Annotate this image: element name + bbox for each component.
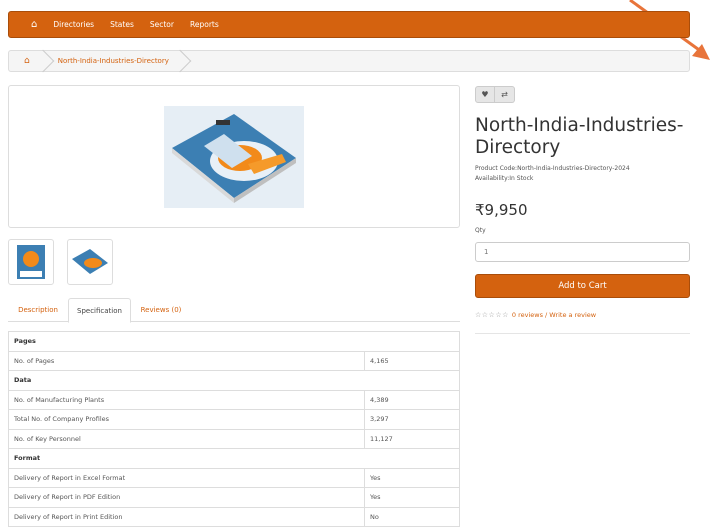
star-icon: ☆☆☆☆☆	[475, 311, 509, 319]
breadcrumb: ⌂ North-India-Industries-Directory	[8, 50, 690, 72]
table-row: Delivery of Report in Excel Format Yes	[8, 467, 460, 488]
exchange-icon: ⇄	[501, 90, 508, 99]
tab-specification[interactable]: Specification	[68, 298, 131, 323]
spec-label: No. of Pages	[8, 350, 365, 371]
table-row: Delivery of Report in PDF Edition Yes	[8, 487, 460, 508]
spec-label: Delivery of Report in Print Edition	[8, 506, 365, 527]
table-row: No. of Manufacturing Plants 4,389	[8, 389, 460, 410]
nav-directories[interactable]: Directories	[53, 20, 94, 29]
breadcrumb-separator-end	[175, 50, 189, 72]
add-to-cart-button[interactable]: Add to Cart	[475, 274, 690, 298]
top-nav: ⌂ Directories States Sector Reports	[8, 11, 690, 38]
spec-label: Total No. of Company Profiles	[8, 409, 365, 430]
spec-value: 3,297	[364, 409, 460, 430]
nav-sector[interactable]: Sector	[150, 20, 174, 29]
thumbnail-angle[interactable]	[67, 239, 113, 285]
spec-value: No	[364, 506, 460, 527]
table-row: No. of Pages 4,165	[8, 350, 460, 371]
table-row: Total No. of Company Profiles 3,297	[8, 409, 460, 430]
nav-reports[interactable]: Reports	[190, 20, 219, 29]
tab-reviews[interactable]: Reviews (0)	[131, 298, 191, 322]
spec-value: 4,389	[364, 389, 460, 410]
product-code: Product Code:North-India-Industries-Dire…	[475, 165, 630, 172]
tab-description[interactable]: Description	[8, 298, 68, 322]
product-title-line2: Directory	[475, 137, 561, 158]
divider	[475, 333, 690, 334]
specification-table: Pages No. of Pages 4,165 Data No. of Manu…	[8, 331, 460, 527]
book-image	[164, 105, 304, 208]
spec-label: No. of Key Personnel	[8, 428, 365, 449]
wishlist-button[interactable]: ♥	[475, 86, 495, 103]
heart-icon: ♥	[481, 90, 489, 99]
spec-label: Delivery of Report in PDF Edition	[8, 487, 365, 508]
compare-button[interactable]: ⇄	[495, 86, 515, 103]
spec-value: 4,165	[364, 350, 460, 371]
spec-group-title: Pages	[8, 331, 460, 352]
thumbnail-front[interactable]	[8, 239, 54, 285]
breadcrumb-home-icon[interactable]: ⌂	[24, 56, 30, 66]
thumb-book-angle-icon	[72, 249, 108, 274]
price: ₹9,950	[475, 201, 528, 219]
spec-group-title: Format	[8, 448, 460, 469]
reviews-link[interactable]: 0 reviews / Write a review	[512, 311, 596, 319]
thumb-book-icon	[17, 245, 45, 279]
availability: Availability:In Stock	[475, 175, 534, 182]
spec-value: 11,127	[364, 428, 460, 449]
nav-states[interactable]: States	[110, 20, 134, 29]
spec-value: Yes	[364, 487, 460, 508]
spec-label: Delivery of Report in Excel Format	[8, 467, 365, 488]
product-title-line1: North-India-Industries-	[475, 115, 684, 136]
breadcrumb-separator	[38, 50, 52, 72]
product-title: North-India-Industries- Directory Produc…	[475, 115, 695, 184]
main-product-image[interactable]	[8, 85, 460, 228]
rating: ☆☆☆☆☆ 0 reviews / Write a review	[475, 311, 596, 319]
spec-label: No. of Manufacturing Plants	[8, 389, 365, 410]
spec-value: Yes	[364, 467, 460, 488]
qty-label: Qty	[475, 227, 486, 234]
breadcrumb-current[interactable]: North-India-Industries-Directory	[58, 57, 169, 65]
spec-group-title: Data	[8, 370, 460, 391]
quantity-input[interactable]: 1	[475, 242, 690, 262]
product-tabs: Description Specification Reviews (0)	[8, 298, 460, 323]
table-row: Delivery of Report in Print Edition No	[8, 506, 460, 527]
home-icon[interactable]: ⌂	[31, 19, 37, 30]
table-row: No. of Key Personnel 11,127	[8, 428, 460, 449]
